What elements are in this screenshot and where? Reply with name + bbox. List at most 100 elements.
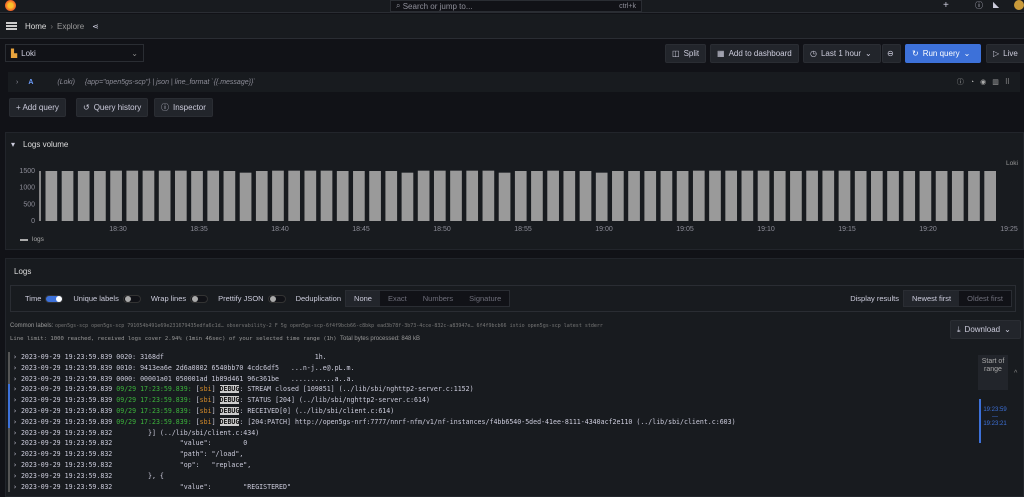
drag-handle-icon[interactable]: ⠿ xyxy=(1005,79,1016,86)
volume-bar[interactable] xyxy=(207,170,220,221)
unique-labels-toggle[interactable] xyxy=(122,294,141,303)
start-of-range-button[interactable]: Start of range xyxy=(978,355,1008,390)
new-button[interactable]: + xyxy=(943,0,949,11)
volume-bar[interactable] xyxy=(174,170,187,221)
volume-bar[interactable] xyxy=(709,170,721,221)
volume-bar[interactable] xyxy=(660,171,673,221)
volume-bar[interactable] xyxy=(498,172,511,221)
volume-bar[interactable] xyxy=(401,172,414,221)
volume-bar[interactable] xyxy=(466,170,479,221)
volume-bar[interactable] xyxy=(77,171,90,221)
share-icon[interactable]: ⋖ xyxy=(92,22,99,31)
volume-bar[interactable] xyxy=(126,170,139,221)
datasource-picker[interactable]: ▙ Loki ⌄ xyxy=(5,44,144,62)
volume-bar[interactable] xyxy=(514,171,527,221)
volume-bar[interactable] xyxy=(579,171,592,221)
query-editor[interactable]: {app="open5gs-scp"} | json | line_format… xyxy=(85,79,256,86)
add-query-button[interactable]: + Add query xyxy=(9,98,66,117)
volume-bar[interactable] xyxy=(61,171,74,221)
log-row[interactable]: › 2023-09-29 19:23:59.832 "op": "replace… xyxy=(8,459,968,471)
chevron-down-icon[interactable]: ⌄ xyxy=(964,49,971,58)
log-row[interactable]: › 2023-09-29 19:23:59.832 "value": "REGI… xyxy=(8,481,968,493)
volume-bar[interactable] xyxy=(676,171,689,221)
volume-bar[interactable] xyxy=(790,171,802,221)
dedup-signature[interactable]: Signature xyxy=(461,291,509,306)
help-icon[interactable]: ⓘ xyxy=(975,0,983,11)
volume-bar[interactable] xyxy=(595,172,608,221)
volume-bar[interactable] xyxy=(741,170,754,221)
log-row[interactable]: › 2023-09-29 19:23:59.839 09/29 17:23:59… xyxy=(8,384,968,396)
volume-bar[interactable] xyxy=(725,170,738,221)
volume-bar[interactable] xyxy=(288,170,300,221)
expand-row-icon[interactable]: › xyxy=(13,472,21,480)
news-icon[interactable]: ◣ xyxy=(993,0,999,9)
live-button[interactable]: ▷ Live xyxy=(986,44,1024,63)
volume-bar[interactable] xyxy=(935,171,948,221)
log-row[interactable]: › 2023-09-29 19:23:59.832 }, { xyxy=(8,470,968,482)
volume-bar[interactable] xyxy=(255,171,268,221)
log-row[interactable]: › 2023-09-29 19:23:59.832 }] (../lib/sbi… xyxy=(8,427,968,439)
volume-bar[interactable] xyxy=(612,171,624,221)
delete-icon[interactable]: ▥ xyxy=(992,79,1005,86)
volume-bar[interactable] xyxy=(919,171,932,221)
log-row[interactable]: › 2023-09-29 19:23:59.832 "value": 0 xyxy=(8,438,968,450)
volume-bar[interactable] xyxy=(692,170,705,221)
volume-bar[interactable] xyxy=(433,170,446,221)
volume-bar[interactable] xyxy=(482,170,495,221)
hide-icon[interactable]: ◉ xyxy=(980,79,992,86)
volume-bar[interactable] xyxy=(806,170,818,221)
prettify-json-toggle[interactable] xyxy=(267,294,286,303)
log-row[interactable]: › 2023-09-29 19:23:59.832 "path": "/load… xyxy=(8,449,968,460)
time-range-picker[interactable]: ◷ Last 1 hour ⌄ xyxy=(803,44,881,63)
volume-bar[interactable] xyxy=(110,170,122,221)
breadcrumb-home[interactable]: Home xyxy=(25,22,46,31)
dedup-none[interactable]: None xyxy=(346,291,380,306)
expand-row-icon[interactable]: › xyxy=(13,429,21,437)
time-toggle[interactable] xyxy=(45,294,64,303)
volume-bar[interactable] xyxy=(854,171,867,221)
grafana-logo-icon[interactable] xyxy=(5,0,16,11)
help-icon[interactable]: ⓘ xyxy=(957,79,970,86)
volume-bar[interactable] xyxy=(871,171,883,221)
split-button[interactable]: ◫ Split xyxy=(665,44,707,63)
volume-bar[interactable] xyxy=(320,170,333,221)
scroll-up-icon[interactable]: ^ xyxy=(1014,370,1017,377)
avatar[interactable] xyxy=(1014,0,1024,10)
dedup-exact[interactable]: Exact xyxy=(380,291,415,306)
add-to-dashboard-button[interactable]: ▦ Add to dashboard xyxy=(710,44,799,63)
volume-bar[interactable] xyxy=(223,171,236,221)
menu-icon[interactable] xyxy=(6,22,17,30)
log-row[interactable]: › 2023-09-29 19:23:59.839 09/29 17:23:59… xyxy=(8,405,968,417)
volume-bar[interactable] xyxy=(353,171,365,221)
volume-bar[interactable] xyxy=(968,171,980,221)
volume-bar[interactable] xyxy=(142,170,155,221)
duplicate-icon[interactable]: ◔ xyxy=(970,79,980,86)
expand-row-icon[interactable]: › xyxy=(13,407,21,415)
expand-row-icon[interactable]: › xyxy=(13,450,21,458)
expand-row-icon[interactable]: › xyxy=(13,364,21,372)
volume-bar[interactable] xyxy=(838,170,851,221)
volume-bar[interactable] xyxy=(644,171,657,221)
volume-bar[interactable] xyxy=(450,170,462,221)
expand-row-icon[interactable]: › xyxy=(13,483,21,491)
volume-bar[interactable] xyxy=(94,171,106,221)
zoom-out-button[interactable]: ⊖ xyxy=(882,44,901,63)
volume-bar[interactable] xyxy=(191,171,203,221)
inspector-button[interactable]: ⓘ Inspector xyxy=(154,98,213,117)
volume-bar[interactable] xyxy=(628,171,640,221)
volume-bar[interactable] xyxy=(547,170,559,221)
query-ref[interactable]: A xyxy=(28,79,33,86)
volume-bar[interactable] xyxy=(822,170,835,221)
log-row[interactable]: › 2023-09-29 19:23:59.839 09/29 17:23:59… xyxy=(8,395,968,406)
volume-bar[interactable] xyxy=(45,171,58,221)
log-row[interactable]: › 2023-09-29 19:23:59.839 0000: 00001a01… xyxy=(8,373,968,385)
volume-bar[interactable] xyxy=(239,172,252,221)
legend-item-logs[interactable]: logs xyxy=(32,236,44,243)
volume-bar[interactable] xyxy=(903,171,916,221)
expand-row-icon[interactable]: › xyxy=(13,353,21,361)
expand-row-icon[interactable]: › xyxy=(13,439,21,447)
wrap-lines-toggle[interactable] xyxy=(190,294,209,303)
volume-bar[interactable] xyxy=(158,170,171,221)
search-input[interactable]: ⌕ Search or jump to... ctrl+k xyxy=(390,0,642,12)
download-button[interactable]: ⤓ Download ⌄ xyxy=(950,320,1021,339)
